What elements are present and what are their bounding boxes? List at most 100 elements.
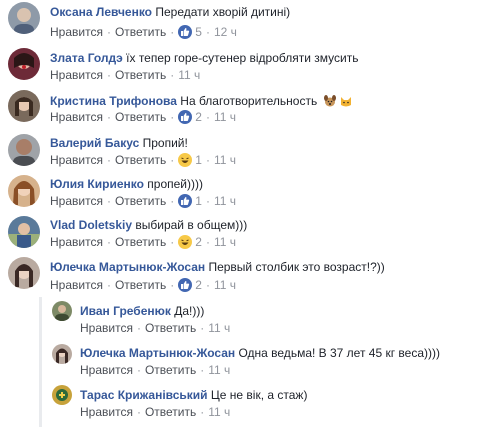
reply-text: Одна ведьма! В 37 лет 45 кг веса)))) <box>238 346 440 360</box>
avatar[interactable] <box>8 2 40 34</box>
comment-actions: Нравится · Ответить · 2 · 11 ч <box>50 235 236 249</box>
reaction-count[interactable]: 2 <box>195 110 202 124</box>
comment-body: Оксана Левченко Передати хворій дитині) <box>50 4 290 20</box>
comment-text: пропей)))) <box>147 177 203 191</box>
separator: · <box>106 235 111 249</box>
separator: · <box>205 278 210 292</box>
reply-button[interactable]: Ответить <box>145 363 196 377</box>
separator: · <box>205 25 210 39</box>
reply-button[interactable]: Ответить <box>115 278 166 292</box>
separator: · <box>106 153 111 167</box>
reply-button[interactable]: Ответить <box>115 153 166 167</box>
reply-button[interactable]: Ответить <box>115 68 166 82</box>
separator: · <box>136 321 141 335</box>
reply-button[interactable]: Ответить <box>115 25 166 39</box>
comment-actions: Нравится · Ответить · 2 · 11 ч <box>50 278 236 292</box>
like-button[interactable]: Нравится <box>80 363 133 377</box>
timestamp[interactable]: 11 ч <box>214 278 236 292</box>
separator: · <box>170 68 175 82</box>
timestamp[interactable]: 11 ч <box>208 405 230 419</box>
like-button[interactable]: Нравится <box>80 321 133 335</box>
reaction-count[interactable]: 1 <box>195 153 202 167</box>
separator: · <box>200 405 205 419</box>
reply-body: Иван Гребенюк Да!))) <box>80 303 204 319</box>
reply-author[interactable]: Тарас Крижанівський <box>80 388 208 402</box>
reply-author[interactable]: Иван Гребенюк <box>80 304 171 318</box>
like-button[interactable]: Нравится <box>50 194 103 208</box>
dog-emoji <box>323 94 337 112</box>
like-button[interactable]: Нравится <box>50 68 103 82</box>
comment-author[interactable]: Юлечка Мартынюк-Жосан <box>50 260 205 274</box>
separator: · <box>106 25 111 39</box>
like-icon[interactable] <box>178 194 193 208</box>
comment-body: Vlad Doletskiy выбирай в общем))) <box>50 217 247 233</box>
comment-author[interactable]: Злата Голдэ <box>50 51 123 65</box>
reply-button[interactable]: Ответить <box>115 235 166 249</box>
separator: · <box>136 363 141 377</box>
avatar[interactable] <box>52 385 72 405</box>
avatar[interactable] <box>8 175 40 207</box>
like-button[interactable]: Нравится <box>50 278 103 292</box>
avatar[interactable] <box>8 48 40 80</box>
reply-actions: Нравится · Ответить · 11 ч <box>80 363 230 377</box>
avatar[interactable] <box>8 216 40 248</box>
comment-author[interactable]: Юлия Кириенко <box>50 177 144 191</box>
comment-body: Злата Голдэ їх тепер горе-сутенер відроб… <box>50 50 358 66</box>
avatar[interactable] <box>8 257 40 289</box>
comment-body: Юлия Кириенко пропей)))) <box>50 176 203 192</box>
like-button[interactable]: Нравится <box>50 235 103 249</box>
comment-thread: Оксана Левченко Передати хворій дитині) … <box>0 0 496 427</box>
timestamp[interactable]: 11 ч <box>214 194 236 208</box>
separator: · <box>136 405 141 419</box>
avatar[interactable] <box>8 90 40 122</box>
comment-author[interactable]: Оксана Левченко <box>50 5 152 19</box>
separator: · <box>200 321 205 335</box>
avatar[interactable] <box>52 344 72 364</box>
comment-text: Передати хворій дитині) <box>155 5 291 19</box>
haha-icon[interactable] <box>178 235 193 249</box>
reply-button[interactable]: Ответить <box>145 405 196 419</box>
reply-actions: Нравится · Ответить · 11 ч <box>80 321 230 335</box>
separator: · <box>106 110 111 124</box>
like-icon[interactable] <box>178 110 193 124</box>
timestamp[interactable]: 12 ч <box>214 25 237 39</box>
separator: · <box>170 235 175 249</box>
timestamp[interactable]: 11 ч <box>214 110 236 124</box>
comment-author[interactable]: Кристина Трифонова <box>50 94 177 108</box>
reply-button[interactable]: Ответить <box>115 110 166 124</box>
timestamp[interactable]: 11 ч <box>208 363 230 377</box>
reaction-count[interactable]: 2 <box>195 278 202 292</box>
comment-author[interactable]: Валерий Бакус <box>50 136 139 150</box>
separator: · <box>205 110 210 124</box>
reply-text: Це не вік, а стаж) <box>210 388 308 402</box>
reply-body: Юлечка Мартынюк-Жосан Одна ведьма! В 37 … <box>80 345 440 361</box>
reply-author[interactable]: Юлечка Мартынюк-Жосан <box>80 346 235 360</box>
avatar[interactable] <box>8 134 40 166</box>
like-button[interactable]: Нравится <box>50 110 103 124</box>
comment-author[interactable]: Vlad Doletskiy <box>50 218 132 232</box>
separator: · <box>170 153 175 167</box>
comment-actions: Нравится · Ответить · 1 · 11 ч <box>50 153 236 167</box>
reply-body: Тарас Крижанівський Це не вік, а стаж) <box>80 387 307 403</box>
timestamp[interactable]: 11 ч <box>214 235 236 249</box>
separator: · <box>170 25 175 39</box>
timestamp[interactable]: 11 ч <box>178 68 200 82</box>
reply-actions: Нравится · Ответить · 11 ч <box>80 405 230 419</box>
comment-actions: Нравится · Ответить · 11 ч <box>50 68 200 82</box>
avatar[interactable] <box>52 301 72 321</box>
reaction-count[interactable]: 1 <box>195 194 202 208</box>
like-button[interactable]: Нравится <box>80 405 133 419</box>
reaction-count[interactable]: 2 <box>195 235 202 249</box>
timestamp[interactable]: 11 ч <box>208 321 230 335</box>
haha-icon[interactable] <box>178 153 193 167</box>
like-button[interactable]: Нравится <box>50 25 103 39</box>
separator: · <box>106 68 111 82</box>
reaction-count[interactable]: 5 <box>195 25 202 39</box>
reply-button[interactable]: Ответить <box>145 321 196 335</box>
like-button[interactable]: Нравится <box>50 153 103 167</box>
like-icon[interactable] <box>178 278 193 292</box>
reply-thread-line <box>39 297 42 427</box>
timestamp[interactable]: 11 ч <box>214 153 236 167</box>
reply-button[interactable]: Ответить <box>115 194 166 208</box>
like-icon[interactable] <box>178 25 193 39</box>
